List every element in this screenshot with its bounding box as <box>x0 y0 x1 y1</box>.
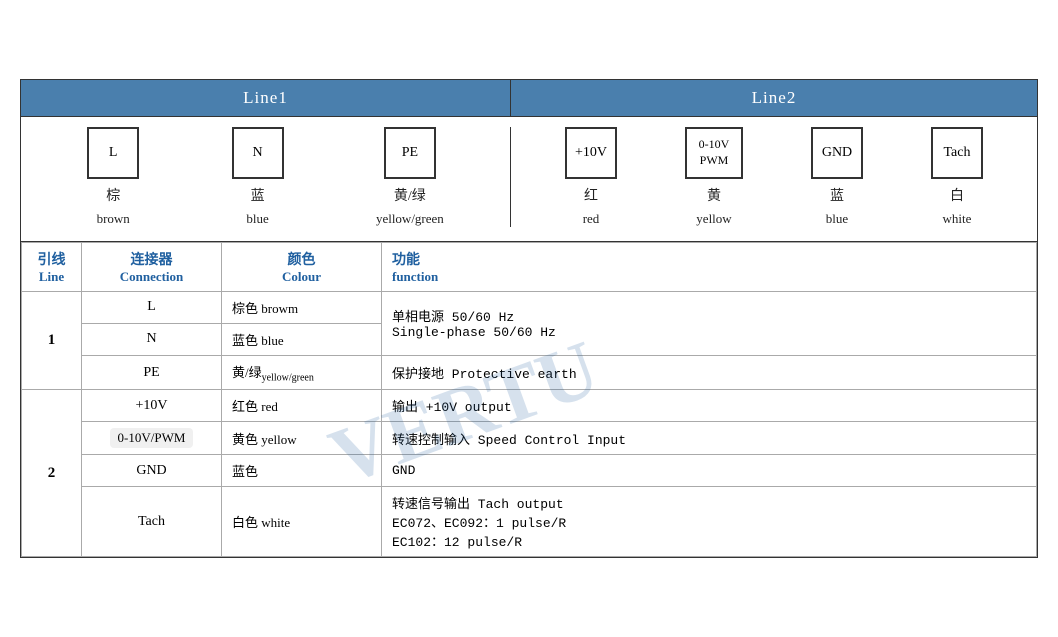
colour-cell-N: 蓝色 blue <box>222 323 382 355</box>
connector-box-gnd: GND <box>811 127 863 179</box>
connector-L: L 棕 brown <box>87 127 139 227</box>
connector-cn-L: 棕 <box>106 185 120 205</box>
line-cell-2: 2 <box>22 390 82 557</box>
table-wrap: VERTU 引线 Line 连接器 Connection 颜色 Colour <box>21 242 1037 558</box>
connector-10v: +10V 红 red <box>565 127 617 227</box>
connector-en-10v: red <box>583 211 600 227</box>
connector-box-pwm: 0-10VPWM <box>685 127 743 179</box>
connector-en-gnd: blue <box>826 211 848 227</box>
connector-gnd: GND 蓝 blue <box>811 127 863 227</box>
function-cell-10v: 输出 +10V output <box>382 390 1037 422</box>
table-row-2-gnd: GND 蓝色 GND <box>22 455 1037 487</box>
th-connection-cn: 连接器 <box>92 249 211 269</box>
connector-cn-gnd: 蓝 <box>830 185 844 205</box>
connector-en-L: brown <box>97 211 130 227</box>
main-container: Line1 Line2 L 棕 brown N 蓝 blue PE 黄/绿 ye… <box>20 79 1038 559</box>
connector-N: N 蓝 blue <box>232 127 284 227</box>
connector-cn-10v: 红 <box>584 185 598 205</box>
connector-tach: Tach 白 white <box>931 127 983 227</box>
th-connection: 连接器 Connection <box>82 242 222 291</box>
colour-cell-PE: 黄/绿yellow/green <box>222 355 382 390</box>
conn-cell-L: L <box>82 291 222 323</box>
connector-cn-pwm: 黄 <box>707 185 721 205</box>
conn-cell-gnd-t: GND <box>82 455 222 487</box>
function-cell-gnd: GND <box>382 455 1037 487</box>
connector-en-pwm: yellow <box>696 211 731 227</box>
connector-en-N: blue <box>246 211 268 227</box>
connector-pwm: 0-10VPWM 黄 yellow <box>685 127 743 227</box>
connector-box-tach: Tach <box>931 127 983 179</box>
th-colour-cn: 颜色 <box>232 249 371 269</box>
conn-cell-PE: PE <box>82 355 222 390</box>
th-line-en: Line <box>32 269 71 285</box>
conn-pwm-badge: 0-10V/PWM <box>110 428 194 448</box>
line-cell-1: 1 <box>22 291 82 390</box>
conn-cell-tach: Tach <box>82 487 222 557</box>
diagram-row: L 棕 brown N 蓝 blue PE 黄/绿 yellow/green +… <box>21 117 1037 242</box>
colour-cell-10v: 红色 red <box>222 390 382 422</box>
function-cell-pwm: 转速控制输入 Speed Control Input <box>382 422 1037 455</box>
connector-cn-PE: 黄/绿 <box>394 185 426 205</box>
connector-en-tach: white <box>943 211 972 227</box>
th-colour: 颜色 Colour <box>222 242 382 291</box>
th-line-cn: 引线 <box>32 249 71 269</box>
colour-cell-pwm: 黄色 yellow <box>222 422 382 455</box>
connector-box-PE: PE <box>384 127 436 179</box>
table-row-1-PE: PE 黄/绿yellow/green 保护接地 Protective earth <box>22 355 1037 390</box>
table-row-1-L: 1 L 棕色 browm 单相电源 50/60 Hz Single-phase … <box>22 291 1037 323</box>
th-function-en: function <box>392 269 1026 285</box>
header-row: Line1 Line2 <box>21 80 1037 117</box>
table-row-2-pwm: 0-10V/PWM 黄色 yellow 转速控制输入 Speed Control… <box>22 422 1037 455</box>
conn-cell-10v: +10V <box>82 390 222 422</box>
connector-box-10v: +10V <box>565 127 617 179</box>
colour-cell-L: 棕色 browm <box>222 291 382 323</box>
header-line2: Line2 <box>511 80 1037 116</box>
colour-cell-gnd: 蓝色 <box>222 455 382 487</box>
table-header-row: 引线 Line 连接器 Connection 颜色 Colour 功能 func… <box>22 242 1037 291</box>
function-cell-tach: 转速信号输出 Tach output EC072、EC092：1 pulse/R… <box>382 487 1037 557</box>
function-cell-PE: 保护接地 Protective earth <box>382 355 1037 390</box>
line1-connectors: L 棕 brown N 蓝 blue PE 黄/绿 yellow/green <box>21 127 511 227</box>
connector-cn-tach: 白 <box>950 185 964 205</box>
colour-cell-tach: 白色 white <box>222 487 382 557</box>
th-function: 功能 function <box>382 242 1037 291</box>
connector-PE: PE 黄/绿 yellow/green <box>376 127 444 227</box>
line2-connectors: +10V 红 red 0-10VPWM 黄 yellow GND 蓝 blue … <box>511 127 1037 227</box>
table-row-2-10v: 2 +10V 红色 red 输出 +10V output <box>22 390 1037 422</box>
function-cell-L-N: 单相电源 50/60 Hz Single-phase 50/60 Hz <box>382 291 1037 355</box>
connector-cn-N: 蓝 <box>251 185 265 205</box>
connector-box-L: L <box>87 127 139 179</box>
header-line1: Line1 <box>21 80 511 116</box>
connector-box-N: N <box>232 127 284 179</box>
th-colour-en: Colour <box>232 269 371 285</box>
conn-cell-N: N <box>82 323 222 355</box>
th-line: 引线 Line <box>22 242 82 291</box>
th-connection-en: Connection <box>92 269 211 285</box>
connector-en-PE: yellow/green <box>376 211 444 227</box>
main-table: 引线 Line 连接器 Connection 颜色 Colour 功能 func… <box>21 242 1037 558</box>
conn-cell-pwm: 0-10V/PWM <box>82 422 222 455</box>
table-row-2-tach: Tach 白色 white 转速信号输出 Tach output EC072、E… <box>22 487 1037 557</box>
th-function-cn: 功能 <box>392 249 1026 269</box>
